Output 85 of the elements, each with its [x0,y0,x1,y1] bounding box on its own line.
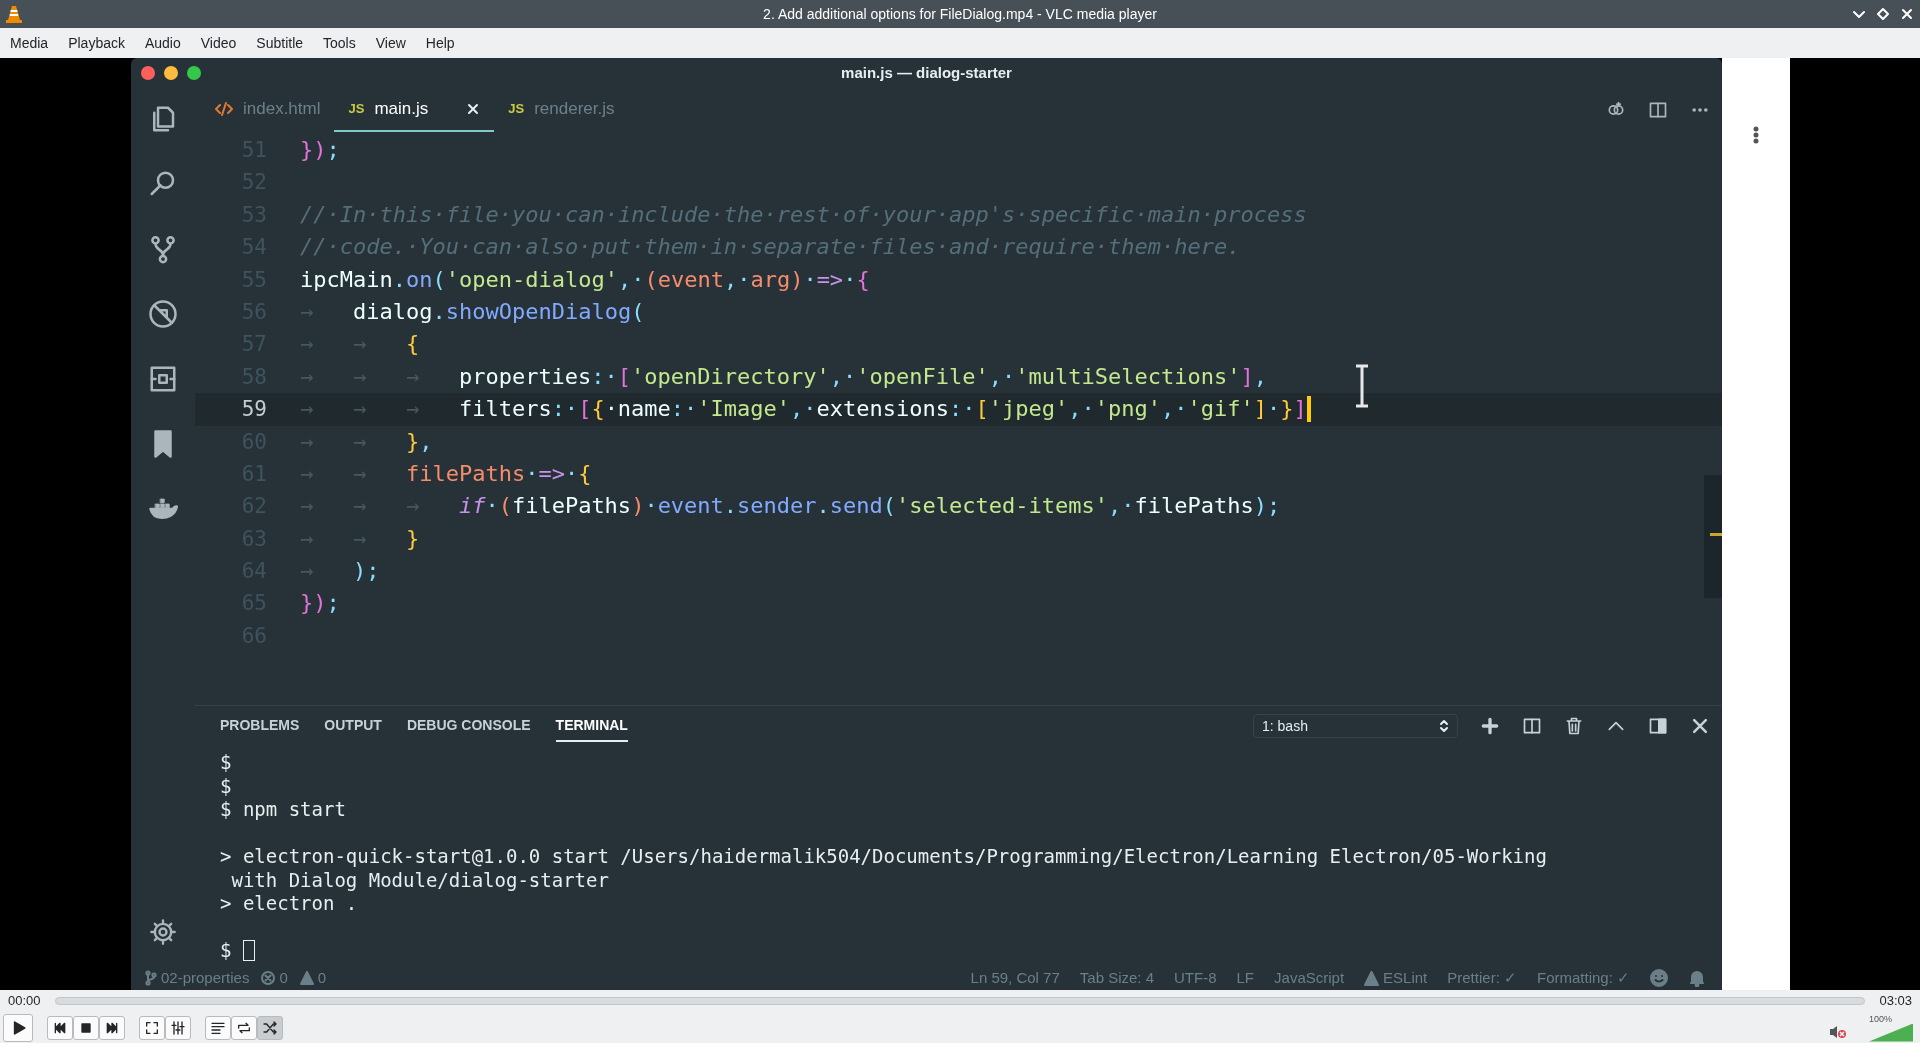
diamond-icon[interactable] [1876,7,1890,21]
menu-item[interactable]: Subtitle [248,29,312,57]
terminal-line: > electron-quick-start@1.0.0 start /Users/haidermalik504/Documents/Programming/Electron/Learning Electron/05-Working [220,845,1548,869]
elapsed-time: 00:00 [8,992,41,1011]
warning-icon [299,971,314,985]
code-line: ipcMain.on('open-dialog',·(event,·arg)·=>·{ [300,265,870,294]
fullscreen-icon [144,1019,160,1036]
menu-item[interactable]: Media [2,29,57,57]
terminal-line: $ npm start [220,798,347,822]
play-button[interactable] [3,1013,33,1042]
menu-item[interactable]: View [367,29,414,57]
code-line: //·In·this·file·you·can·include·the·rest·of·your·app's·specific·main·process [300,200,1307,229]
code-line: → → → if·(filePaths)·event.sender.send('selected-items',·filePaths); [300,492,1281,521]
close-icon[interactable] [1900,7,1914,21]
maximize-button[interactable] [187,66,201,80]
terminal-select[interactable]: 1: bash [1253,714,1458,738]
speaker-muted-icon[interactable] [1829,1023,1847,1040]
terminal-cursor [243,940,256,962]
editor-tab[interactable]: JS main.js [334,88,495,132]
smiley-icon[interactable] [1650,969,1668,987]
extended-button[interactable] [165,1015,191,1040]
code-icon [215,102,233,116]
terminal-line: with Dialog Module/dialog-starter [230,868,610,892]
panel-tab[interactable]: OUTPUT [324,710,382,742]
terminal-line: $ [220,751,233,775]
fullscreen-button[interactable] [139,1015,165,1040]
menu-item[interactable]: Video [192,29,245,57]
code-line: → → { [300,330,420,359]
stop-button[interactable] [73,1015,99,1040]
debug-icon[interactable] [148,299,178,329]
panel-tab[interactable]: TERMINAL [555,710,628,742]
previous-button[interactable] [47,1015,73,1040]
playlist-button[interactable] [205,1015,231,1040]
next-button[interactable] [99,1015,125,1040]
bell-icon[interactable] [1688,969,1706,987]
random-button[interactable] [257,1015,283,1040]
warning-icon [1364,970,1380,986]
menu-item[interactable]: Audio [136,29,189,57]
window-title: 2. Add additional options for FileDialog.mp4 - VLC media player [763,4,1157,24]
line-number: 59 [240,396,267,424]
panel-tab[interactable]: PROBLEMS [220,710,300,742]
menu-item[interactable]: Help [417,29,463,57]
text-cursor [1306,396,1311,423]
code-line: → → }, [300,427,433,456]
terminal-line: > electron . [220,892,359,916]
terminal-line: $ [220,774,233,798]
updown-icon [1439,719,1449,733]
loop-button[interactable] [231,1015,257,1040]
split-editor-icon[interactable] [1648,100,1668,120]
trash-icon[interactable] [1564,716,1584,736]
error-icon [261,971,276,985]
split-terminal-icon[interactable] [1522,716,1542,736]
menu-item[interactable]: Tools [315,29,364,57]
settings-icon[interactable] [149,918,177,946]
scrollbar-marker [1710,533,1722,536]
code-line: → dialog.showOpenDialog( [300,297,645,326]
code-line: }); [300,136,340,164]
code-line: → → filePaths·=>·{ [300,459,592,488]
source-control-icon[interactable] [148,234,178,264]
close-button[interactable] [141,66,155,80]
duration: 03:03 [1879,992,1912,1011]
code-line: → ); [300,557,380,586]
text-cursor-icon [1354,364,1370,408]
traffic-cone-icon [6,5,22,23]
branch-icon [145,970,157,986]
plus-icon[interactable] [1480,716,1500,736]
editor-tab[interactable]: JS renderer.js [494,88,629,132]
equalizer-icon [170,1019,186,1036]
close-icon[interactable] [1690,716,1710,736]
editor-title: main.js — dialog-starter [841,62,1012,83]
panel-tab[interactable]: DEBUG CONSOLE [406,710,531,742]
terminal-prompt: $ [220,939,232,963]
minimize-button[interactable] [164,66,178,80]
more-vertical-icon [1753,126,1759,144]
code-line: → → → properties:·['openDirectory',·'openFile',·'multiSelections'], [300,362,1267,391]
shuffle-icon [262,1019,278,1036]
code-line: → → → filters:·[{·name:·'Image',·extensions:·['jpeg',·'png',·'gif']·}] [300,395,1307,424]
code-line: → → } [300,524,420,553]
close-icon[interactable] [466,102,481,116]
code-line: }); [300,589,340,618]
extensions-icon[interactable] [148,364,178,394]
panel-layout-icon[interactable] [1648,716,1668,736]
volume-label: 100% [1869,1013,1893,1024]
menu-item[interactable]: Playback [60,29,133,57]
code-line: //·code.·You·can·also·put·them·in·separate·files·and·require·them·here. [300,233,1241,262]
